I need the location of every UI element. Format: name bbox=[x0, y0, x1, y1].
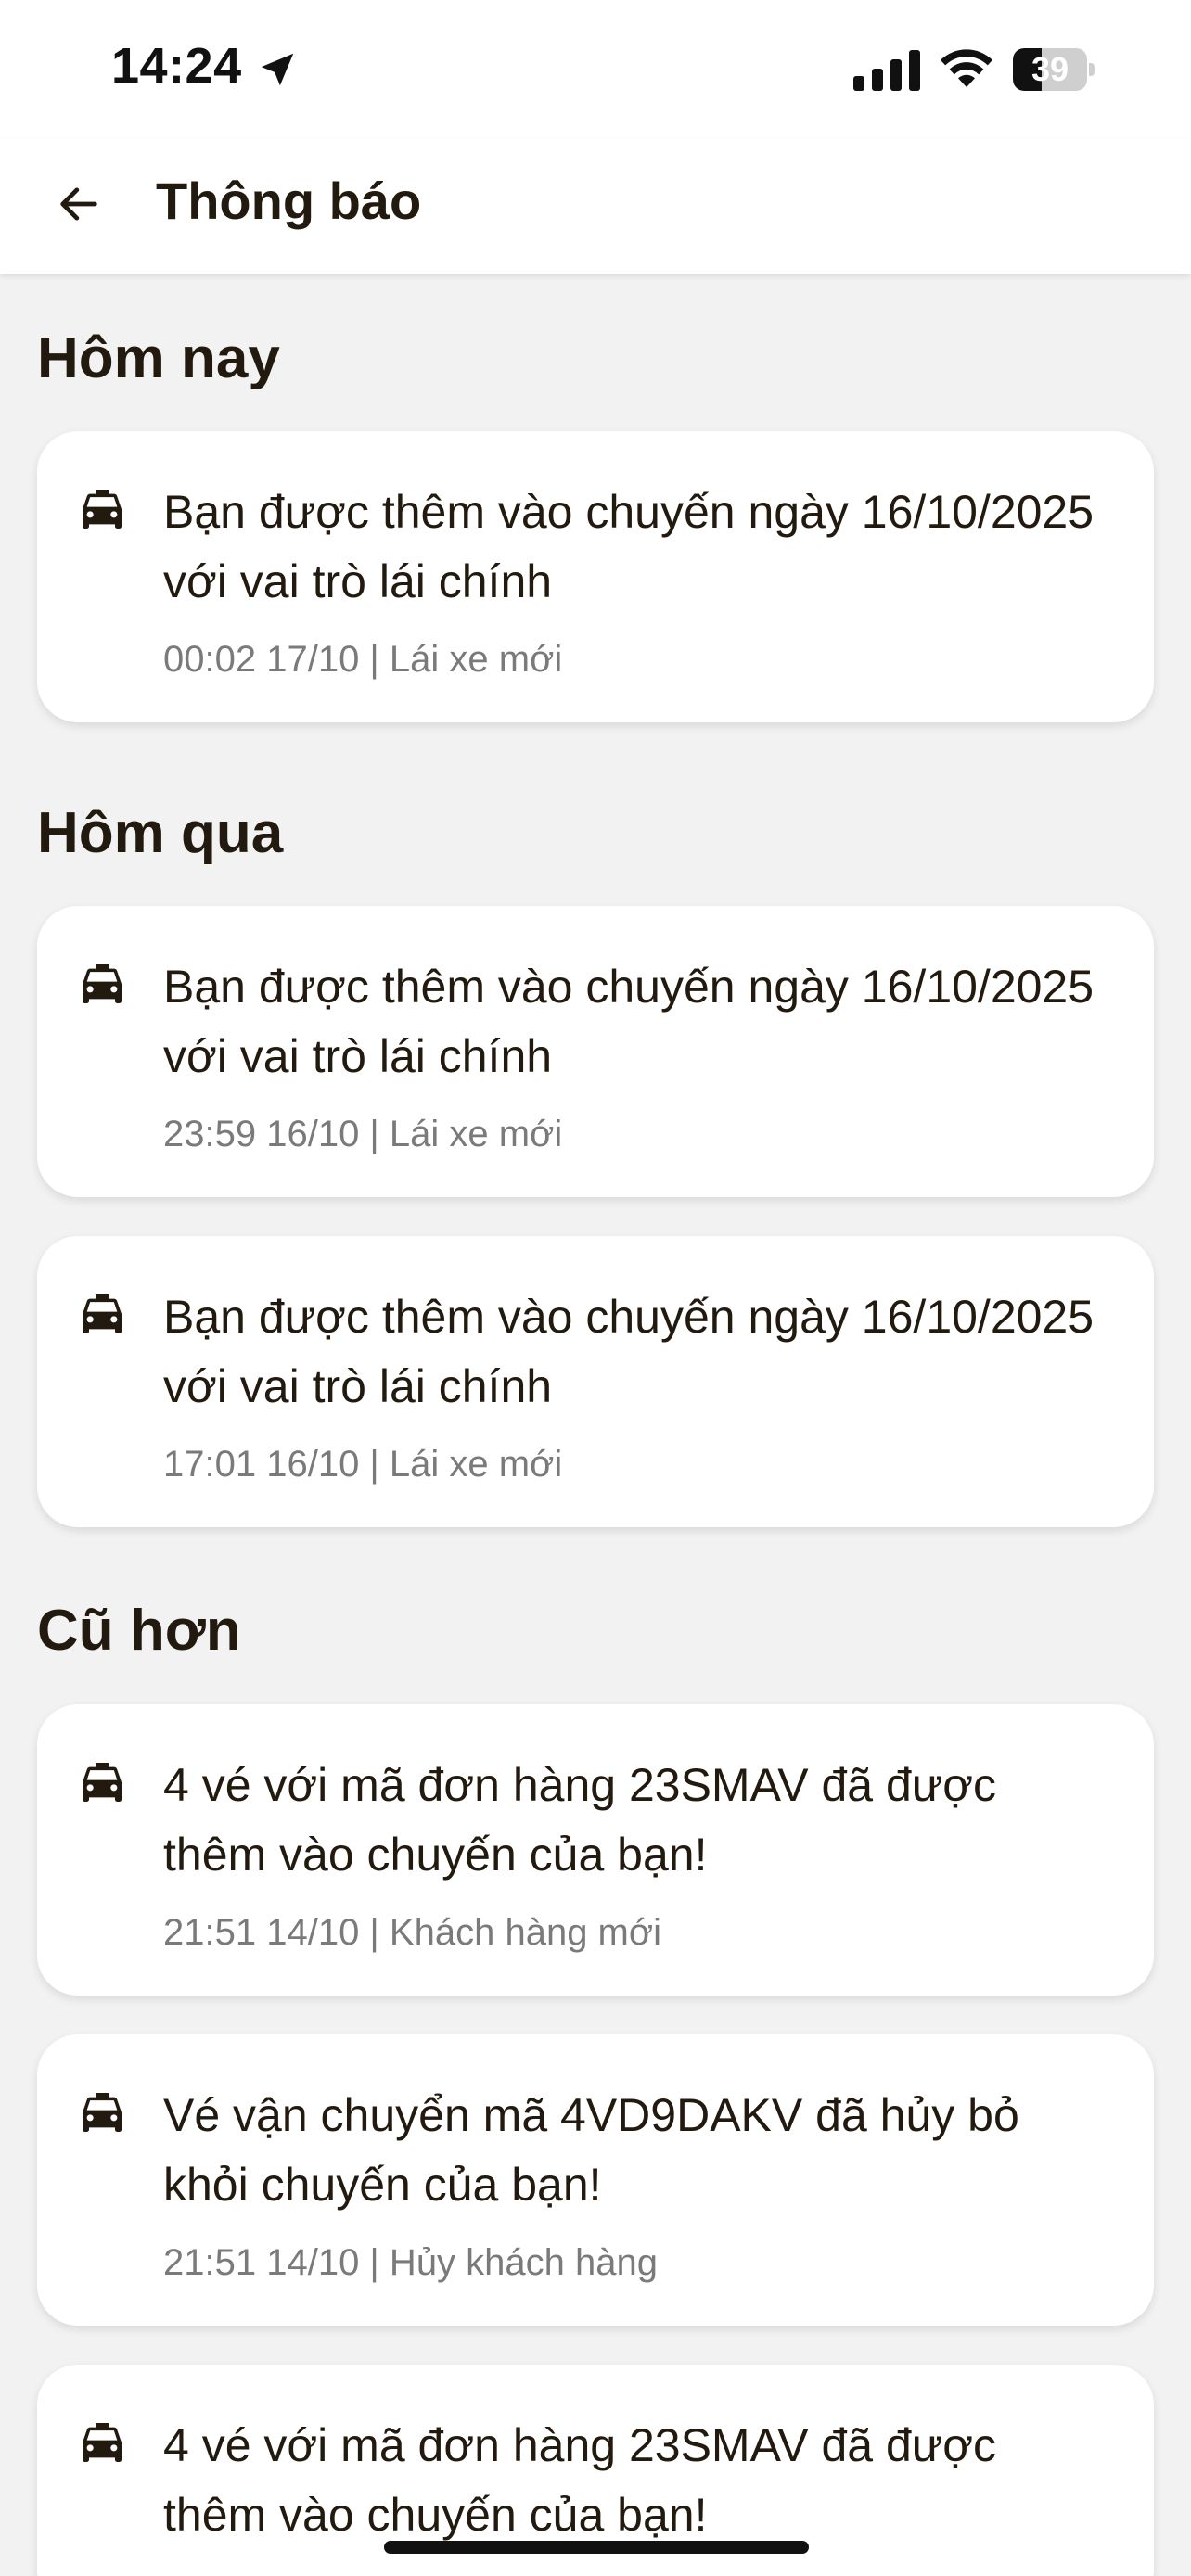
battery-level: 39 bbox=[1031, 50, 1069, 88]
status-time: 14:24 bbox=[111, 38, 242, 94]
car-icon bbox=[83, 1294, 122, 1334]
arrow-left-icon bbox=[60, 187, 97, 221]
wifi-icon bbox=[941, 49, 992, 87]
notification-title: Vé vận chuyển mã 4VD9DAKV đã hủy bỏ khỏi… bbox=[163, 2088, 1019, 2211]
notification-card[interactable]: Bạn được thêm vào chuyến ngày 16/10/2025… bbox=[37, 906, 1154, 1198]
section-yesterday: Hôm qua Bạn được thêm vào chuyến ngày 16… bbox=[0, 761, 1191, 1528]
location-arrow-icon bbox=[261, 53, 294, 86]
notification-meta: 21:51 14/10 | Hủy khách hàng bbox=[163, 2241, 659, 2283]
notification-card[interactable]: 4 vé với mã đơn hàng 23SMAV đã được thêm… bbox=[37, 1703, 1154, 1996]
section-heading: Hôm qua bbox=[37, 801, 284, 866]
app-header: Thông báo bbox=[0, 139, 1191, 274]
notification-card[interactable]: Bạn được thêm vào chuyến ngày 16/10/2025… bbox=[37, 431, 1154, 723]
car-icon bbox=[83, 2092, 122, 2132]
notification-meta: 00:02 17/10 | Lái xe mới bbox=[163, 639, 563, 681]
battery-tip bbox=[1089, 63, 1095, 76]
home-indicator[interactable] bbox=[384, 2541, 809, 2554]
section-older: Cũ hơn 4 vé với mã đơn hàng 23SMAV đã đư… bbox=[0, 1566, 1191, 2576]
notification-card[interactable]: Bạn được thêm vào chuyến ngày 16/10/2025… bbox=[37, 1236, 1154, 1528]
notification-title: 4 vé với mã đơn hàng 23SMAV đã được thêm… bbox=[163, 2418, 997, 2541]
battery-body: 39 bbox=[1013, 48, 1087, 91]
back-button[interactable] bbox=[37, 167, 121, 241]
cellular-signal-icon bbox=[853, 50, 920, 91]
notification-meta: 23:59 16/10 | Lái xe mới bbox=[163, 1114, 563, 1155]
car-icon bbox=[83, 2422, 122, 2462]
page-title: Thông báo bbox=[156, 172, 422, 230]
notification-meta: 21:51 14/10 | Khách hàng mới bbox=[163, 1911, 661, 1953]
car-icon bbox=[83, 964, 122, 1004]
notification-card[interactable]: Vé vận chuyển mã 4VD9DAKV đã hủy bỏ khỏi… bbox=[37, 2034, 1154, 2326]
notification-title: Bạn được thêm vào chuyến ngày 16/10/2025… bbox=[163, 486, 1095, 608]
battery-icon: 39 bbox=[1013, 48, 1095, 91]
notification-meta: 17:01 16/10 | Lái xe mới bbox=[163, 1444, 563, 1486]
status-bar: 14:24 39 bbox=[0, 0, 1191, 139]
notification-title: Bạn được thêm vào chuyến ngày 16/10/2025… bbox=[163, 1291, 1095, 1413]
section-heading: Cũ hơn bbox=[37, 1599, 241, 1664]
section-heading: Hôm nay bbox=[37, 326, 280, 390]
notification-title: Bạn được thêm vào chuyến ngày 16/10/2025… bbox=[163, 961, 1095, 1083]
section-today: Hôm nay Bạn được thêm vào chuyến ngày 16… bbox=[0, 274, 1191, 723]
notification-list[interactable]: Hôm nay Bạn được thêm vào chuyến ngày 16… bbox=[0, 274, 1191, 2576]
car-icon bbox=[83, 1762, 122, 1802]
notification-title: 4 vé với mã đơn hàng 23SMAV đã được thêm… bbox=[163, 1758, 997, 1881]
car-icon bbox=[83, 490, 122, 529]
